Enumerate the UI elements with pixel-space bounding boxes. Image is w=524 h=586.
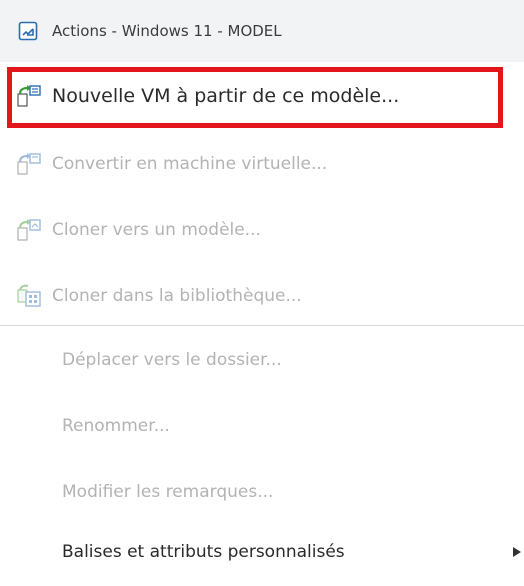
caret-right-icon [512,518,524,586]
menu-header-title: Actions - Windows 11 - MODEL [52,22,282,40]
menu-item-label: Cloner dans la bibliothèque... [52,286,302,306]
actions-context-menu: Actions - Windows 11 - MODEL Nouvelle VM… [0,0,524,583]
highlight-box [7,67,503,128]
clone-to-template-icon [17,219,41,241]
clone-to-library-icon [17,284,41,307]
menu-item-clone-to-library[interactable]: Cloner dans la bibliothèque... [0,262,524,330]
menu-item-edit-notes[interactable]: Modifier les remarques... [0,458,524,526]
menu-header: Actions - Windows 11 - MODEL [0,0,524,62]
menu-item-tags-and-custom-attributes[interactable]: Balises et attributs personnalisés [0,518,524,586]
menu-item-label: Cloner vers un modèle... [52,220,261,240]
menu-item-label: Balises et attributs personnalisés [62,542,345,562]
menu-item-label: Déplacer vers le dossier... [62,350,282,370]
menu-item-label: Renommer... [62,416,170,436]
menu-item-rename[interactable]: Renommer... [0,392,524,460]
menu-item-clone-to-template[interactable]: Cloner vers un modèle... [0,196,524,264]
menu-item-label: Convertir en machine virtuelle... [52,154,328,174]
menu-item-label: Modifier les remarques... [62,482,274,502]
convert-to-vm-icon [17,153,41,175]
menu-item-convert-to-vm[interactable]: Convertir en machine virtuelle... [0,130,524,198]
menu-item-move-to-folder[interactable]: Déplacer vers le dossier... [0,326,524,394]
vm-template-icon [18,21,38,41]
